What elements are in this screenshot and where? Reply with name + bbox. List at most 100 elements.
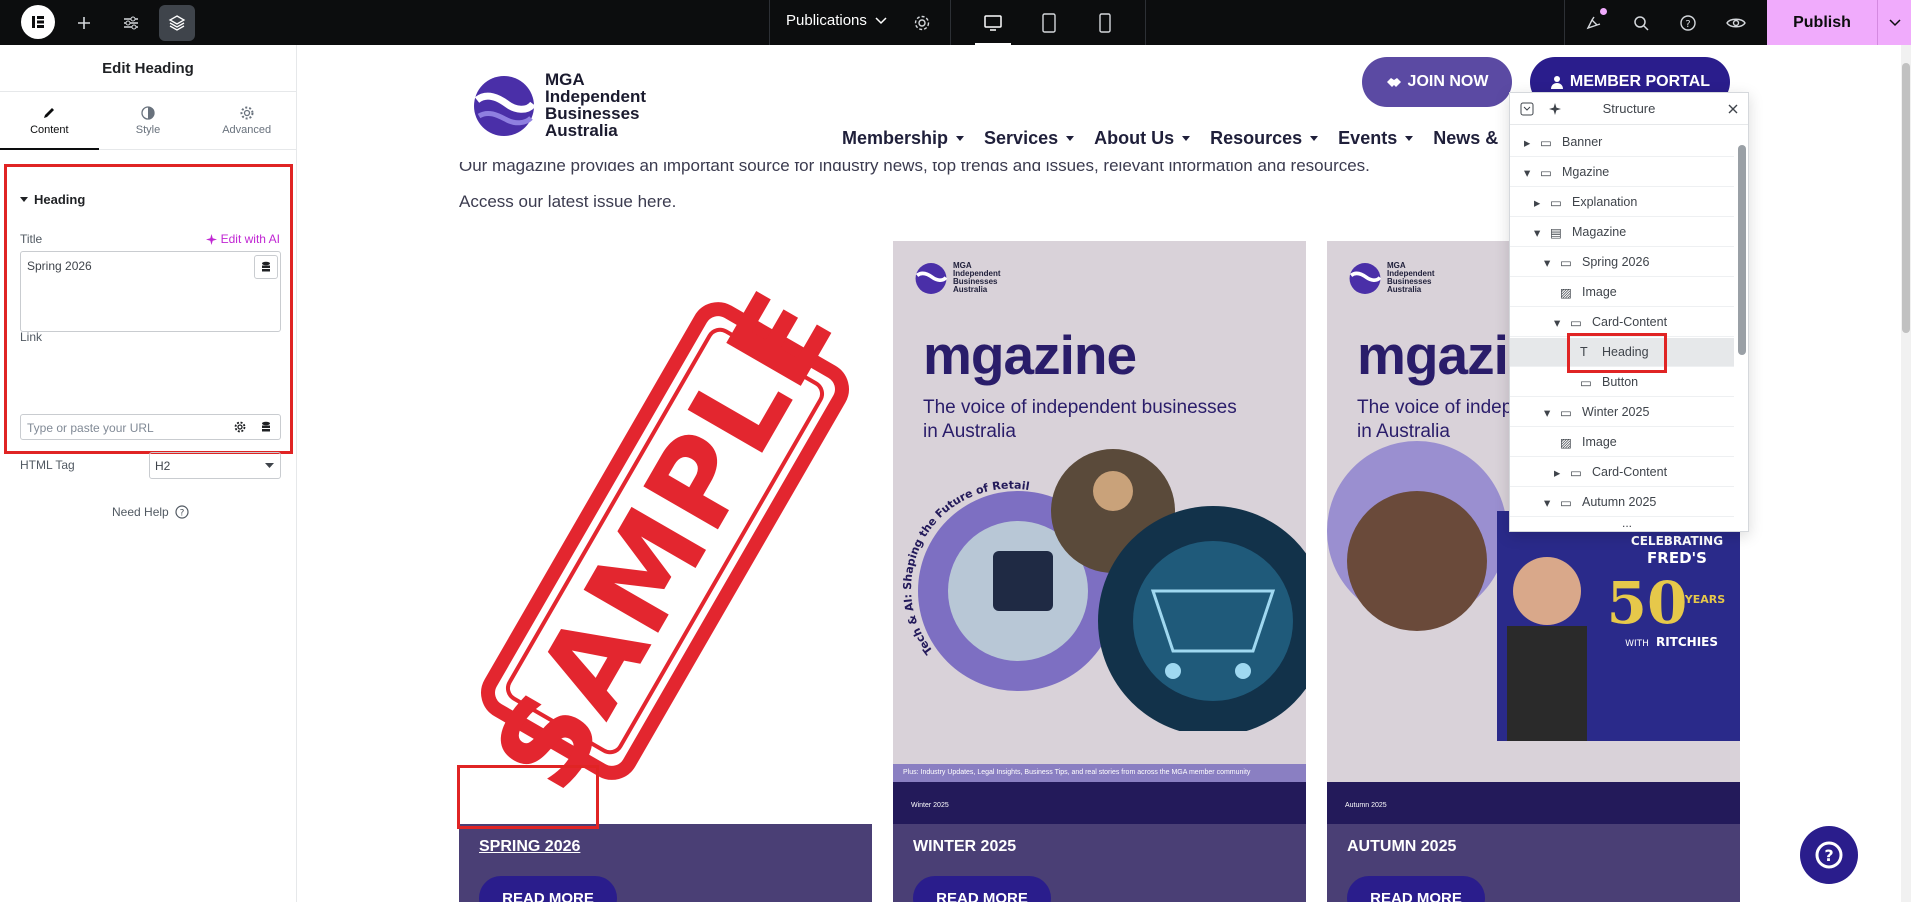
edit-with-ai-link[interactable]: Edit with AI: [205, 232, 280, 246]
svg-text:?: ?: [179, 509, 184, 519]
brand-name: MGA Independent Businesses Australia: [545, 71, 646, 139]
dynamic-tags-icon[interactable]: [254, 255, 278, 279]
image-icon: ▨: [1560, 435, 1572, 450]
sample-stamp-text: SAMPLE: [467, 269, 861, 813]
caret-down-icon: [1182, 136, 1191, 141]
mobile-icon[interactable]: [1085, 5, 1125, 41]
scrollbar-thumb[interactable]: [1902, 63, 1910, 333]
help-chat-button[interactable]: ?: [1800, 826, 1858, 884]
caret-right-icon: ▸: [1554, 465, 1561, 480]
site-logo[interactable]: MGA Independent Businesses Australia: [473, 71, 646, 139]
structure-item[interactable]: ▨ Image: [1510, 428, 1734, 457]
access-text: Access our latest issue here.: [459, 192, 677, 211]
cover-freds: FRED'S: [1647, 549, 1707, 567]
desktop-icon[interactable]: [973, 5, 1013, 46]
card-heading[interactable]: SPRING 2026: [479, 838, 580, 856]
structure-item-label: Card-Content: [1592, 465, 1668, 479]
container-icon: ▭: [1540, 135, 1552, 150]
caret-down-icon: [1066, 136, 1075, 141]
canvas-scrollbar[interactable]: [1901, 45, 1911, 902]
caret-down-icon: [1310, 136, 1319, 141]
settings-sliders-icon[interactable]: [113, 5, 149, 41]
tablet-icon[interactable]: [1029, 5, 1069, 41]
search-icon[interactable]: [1623, 5, 1659, 41]
nav-item-events[interactable]: Events: [1338, 128, 1414, 149]
add-icon[interactable]: [66, 5, 102, 41]
join-now-label: JOIN NOW: [1407, 73, 1489, 90]
nav-item-news[interactable]: News &: [1433, 128, 1498, 149]
divider: [1564, 0, 1565, 45]
nav-item-membership[interactable]: Membership: [842, 128, 965, 149]
structure-item[interactable]: ▨ Image: [1510, 278, 1734, 307]
publish-options-button[interactable]: [1877, 0, 1911, 45]
read-more-button[interactable]: READ MORE: [479, 876, 617, 902]
cover-celebrating: CELEBRATING: [1631, 534, 1723, 548]
tab-advanced[interactable]: Advanced: [197, 92, 296, 149]
read-more-button[interactable]: READ MORE: [1347, 876, 1485, 902]
tab-content[interactable]: Content: [0, 92, 99, 150]
elementor-logo-icon[interactable]: [21, 5, 55, 39]
layers-icon[interactable]: [159, 5, 195, 41]
cover-logo: MGA Independent Businesses Australia: [915, 261, 1001, 295]
preview-eye-icon[interactable]: [1718, 5, 1754, 41]
container-icon: ▭: [1560, 255, 1572, 270]
editor-topbar: Publications ? Publish: [0, 0, 1911, 46]
mga-logo-icon: [1349, 263, 1381, 294]
chevron-down-icon: [1888, 18, 1901, 26]
html-tag-select[interactable]: H2: [149, 452, 281, 479]
cover-edition: Winter 2025: [911, 802, 949, 809]
sparkle-icon: [205, 233, 217, 245]
structure-header: Structure: [1510, 93, 1748, 125]
sparkle-icon[interactable]: [1548, 102, 1562, 116]
structure-item[interactable]: ▾ ▤ Magazine: [1510, 218, 1734, 247]
structure-item[interactable]: ▾ ▭ Autumn 2025: [1510, 488, 1734, 517]
structure-item[interactable]: ▾ ▭ Mgazine: [1510, 158, 1734, 187]
structure-item[interactable]: ▸ ▭ Banner: [1510, 128, 1734, 157]
brand-line: Businesses: [545, 104, 640, 123]
nav-item-about-us[interactable]: About Us: [1094, 128, 1191, 149]
structure-item[interactable]: ▾ ▭ Spring 2026: [1510, 248, 1734, 277]
svg-text:?: ?: [1685, 19, 1690, 30]
tab-label: Advanced: [222, 123, 272, 136]
tab-style[interactable]: Style: [99, 92, 198, 149]
pencil-icon: [44, 107, 55, 118]
caret-down-icon: [1405, 136, 1414, 141]
section-toggle[interactable]: Heading: [20, 192, 85, 207]
card-heading[interactable]: WINTER 2025: [913, 838, 1016, 856]
help-icon[interactable]: ?: [1670, 5, 1706, 41]
structure-item[interactable]: ▸ ▭ Card-Content: [1510, 458, 1734, 487]
cover-logo-line: Australia: [1387, 285, 1422, 294]
structure-scrollbar[interactable]: [1738, 145, 1746, 355]
sample-image: SAMPLE: [459, 241, 872, 824]
magazine-card: MGA Independent Businesses Australia mga…: [893, 241, 1306, 902]
document-title-dropdown[interactable]: Publications: [786, 12, 887, 29]
caret-down-icon: ▾: [1544, 495, 1551, 510]
cover-art: MGA Independent Businesses Australia mga…: [893, 241, 1306, 824]
title-textarea[interactable]: Spring 2026: [20, 251, 281, 332]
read-more-button[interactable]: READ MORE: [913, 876, 1051, 902]
link-settings-gear-icon[interactable]: [228, 415, 252, 439]
card-heading[interactable]: AUTUMN 2025: [1347, 838, 1456, 856]
join-now-button[interactable]: JOIN NOW: [1362, 57, 1512, 107]
publish-button[interactable]: Publish: [1767, 0, 1877, 45]
container-icon: ▭: [1560, 405, 1572, 420]
structure-title: Structure: [1602, 101, 1656, 116]
gear-icon[interactable]: [904, 5, 940, 41]
html-tag-value: H2: [155, 459, 171, 473]
nav-item-services[interactable]: Services: [984, 128, 1075, 149]
link-label: Link: [20, 330, 43, 344]
divider: [950, 0, 951, 45]
title-label: Title: [20, 232, 43, 246]
caret-down-icon: [20, 196, 28, 202]
structure-item[interactable]: ▸ ▭ Explanation: [1510, 188, 1734, 217]
gear-icon: [240, 106, 254, 119]
collapse-all-icon[interactable]: [1520, 102, 1534, 116]
nav-item-resources[interactable]: Resources: [1210, 128, 1319, 149]
need-help-link[interactable]: Need Help ?: [112, 505, 189, 519]
structure-item[interactable]: ▾ ▭ Winter 2025: [1510, 398, 1734, 427]
close-icon[interactable]: [1728, 104, 1738, 114]
structure-item-label: Winter 2025: [1582, 405, 1650, 419]
caret-down-icon: [956, 136, 965, 141]
dynamic-tags-icon[interactable]: [254, 415, 278, 439]
nav-label: About Us: [1094, 128, 1175, 148]
